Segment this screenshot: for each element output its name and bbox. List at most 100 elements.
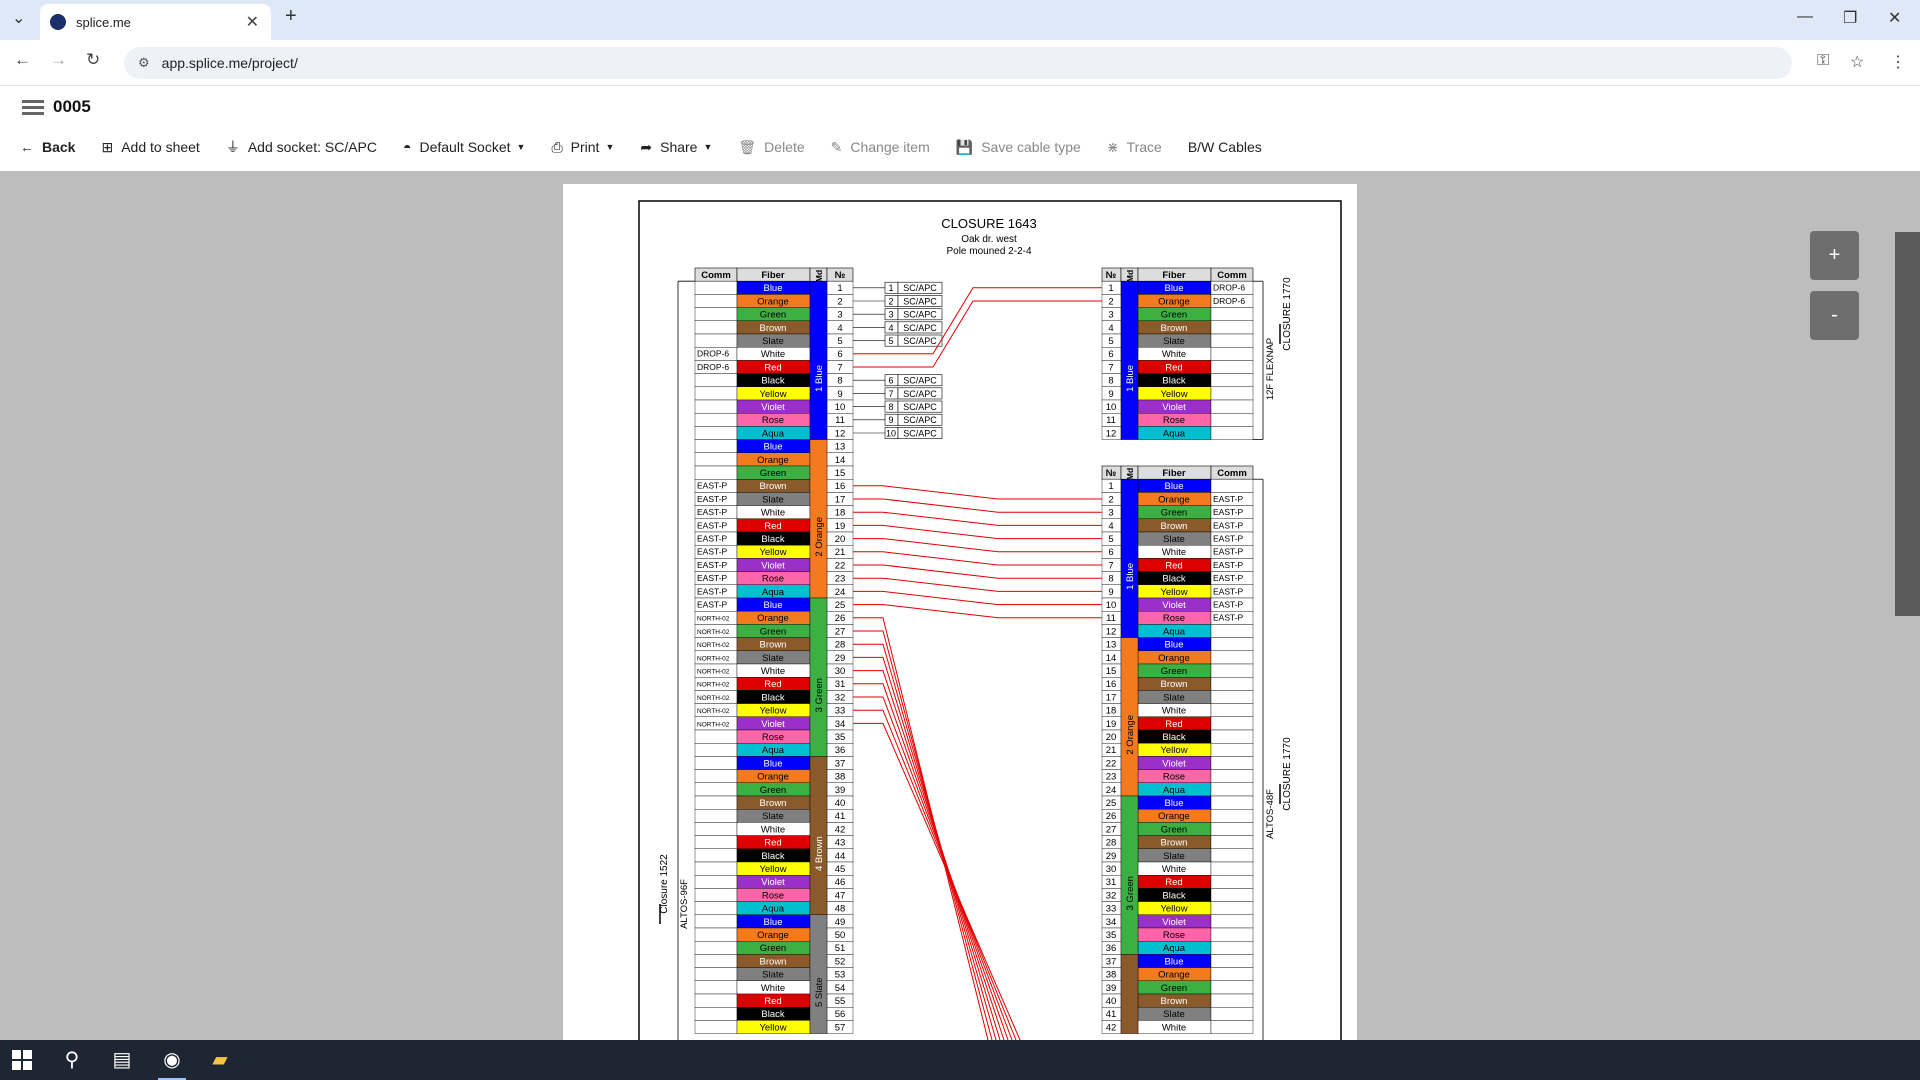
splice-line <box>853 630 993 1040</box>
taskbar: ⚲ ▤ ◉ ▰ <box>0 1040 1920 1080</box>
left-fiber-label: Orange <box>757 296 789 307</box>
socket-type: SC/APC <box>903 428 937 438</box>
right2-comm-text: EAST-P <box>1213 586 1244 596</box>
trace-button[interactable]: ⋇ Trace <box>1107 139 1162 156</box>
right2-fiber-label: Blue <box>1164 640 1183 651</box>
minimize-icon[interactable]: — <box>1797 8 1813 26</box>
browser-menu-icon[interactable]: ⋮ <box>1890 52 1906 72</box>
left-no-label: 48 <box>835 904 846 915</box>
close-tab-icon[interactable]: ✕ <box>246 12 259 32</box>
back-button[interactable]: ← Back <box>20 139 75 155</box>
tab-list-chevron-icon[interactable]: ⌄ <box>12 8 25 28</box>
right1-tube-1 <box>1120 280 1139 440</box>
right2-comm-cell <box>1210 716 1254 731</box>
socket-number: 3 <box>888 310 893 320</box>
right2-fiber-label: Orange <box>1158 811 1190 822</box>
default-socket-dropdown[interactable]: ◓ Default Socket ▼ <box>403 139 525 155</box>
right2-comm-cell <box>1210 624 1254 638</box>
change-item-button[interactable]: ✎ Change item <box>831 139 930 156</box>
bw-cables-button[interactable]: B/W Cables <box>1188 139 1262 155</box>
left-fiber-label: Brown <box>760 323 787 334</box>
new-tab-icon[interactable]: + <box>285 5 297 28</box>
left-fiber-label: Black <box>761 1009 784 1020</box>
search-icon[interactable]: ⚲ <box>60 1048 84 1072</box>
restore-icon[interactable]: ❐ <box>1843 8 1857 28</box>
add-to-sheet-button[interactable]: ⊞ Add to sheet <box>101 139 199 156</box>
chrome-icon[interactable]: ◉ <box>160 1048 184 1072</box>
right2-no-label: 30 <box>1106 864 1117 875</box>
reload-icon[interactable]: ↻ <box>86 50 100 70</box>
socket-number: 10 <box>886 428 896 438</box>
right2-fiber-label: Violet <box>1162 600 1186 611</box>
left-fiber-label: Slate <box>762 811 784 822</box>
right2-comm-cell <box>1210 954 1254 968</box>
left-comm-text: EAST-P <box>697 507 728 517</box>
site-info-icon[interactable]: ⚙ <box>138 55 150 71</box>
left-fiber-label: Violet <box>761 877 785 888</box>
left-no-label: 42 <box>835 824 846 835</box>
password-key-icon[interactable]: ⚿ <box>1817 52 1829 70</box>
browser-tab[interactable]: splice.me ✕ <box>40 4 271 40</box>
right2-fiber-label: Slate <box>1163 1009 1185 1020</box>
right2-no-label: 15 <box>1106 666 1117 677</box>
right2-no-label: 3 <box>1108 508 1113 519</box>
left-fiber-label: Yellow <box>759 389 786 400</box>
left-comm-cell <box>694 756 738 770</box>
file-explorer-icon[interactable]: ▰ <box>208 1048 232 1072</box>
canvas-scrollbar[interactable] <box>1895 232 1920 616</box>
diagram-canvas[interactable]: CLOSURE 1643 Oak dr. west Pole mouned 2-… <box>0 171 1920 1040</box>
share-dropdown[interactable]: ➦ Share ▼ <box>640 139 712 156</box>
left-tube-label: 2 Orange <box>814 517 825 557</box>
right1-comm-cell <box>1210 360 1254 374</box>
left-fiber-label: Slate <box>762 494 784 505</box>
left-fiber-label: Green <box>760 943 786 954</box>
save-icon: 💾 <box>955 138 974 155</box>
left-header-no-label: № <box>835 270 846 281</box>
delete-button[interactable]: 🗑 Delete <box>738 139 804 156</box>
right1-fiber-label: Red <box>1165 362 1182 373</box>
project-title: 0005 <box>53 97 91 116</box>
left-no-label: 3 <box>837 310 842 321</box>
right2-no-label: 23 <box>1106 772 1117 783</box>
left-comm-text: NORTH-02 <box>697 616 730 623</box>
zoom-in-button[interactable]: + <box>1810 231 1859 280</box>
bookmark-star-icon[interactable]: ☆ <box>1850 52 1864 72</box>
left-no-label: 4 <box>837 323 842 334</box>
print-dropdown[interactable]: ⎙ Print ▼ <box>551 139 614 156</box>
right1-no-label: 8 <box>1108 376 1113 387</box>
left-comm-text: DROP-6 <box>697 349 729 359</box>
right2-fiber-label: Green <box>1161 508 1187 519</box>
right2-comm-cell <box>1210 914 1254 929</box>
left-no-label: 9 <box>837 389 842 400</box>
forward-arrow-icon[interactable]: → <box>50 50 67 70</box>
start-icon[interactable] <box>12 1050 36 1074</box>
left-comm-text: NORTH-02 <box>697 669 730 676</box>
right2-no-label: 6 <box>1108 547 1113 558</box>
splice-line <box>853 604 1102 619</box>
left-no-label: 31 <box>835 679 846 690</box>
socket-type: SC/APC <box>903 376 937 386</box>
right2-fiber-label: White <box>1162 706 1186 717</box>
right2-fiber-label: White <box>1162 1022 1186 1033</box>
close-window-icon[interactable]: ✕ <box>1888 8 1901 28</box>
left-fiber-label: Blue <box>763 758 782 769</box>
printer-icon: ⎙ <box>551 138 563 155</box>
add-socket-button[interactable]: ⏚ Add socket: SC/APC <box>226 137 377 157</box>
url-field[interactable]: ⚙ app.splice.me/project/ <box>124 47 1792 79</box>
left-comm-text: EAST-P <box>697 560 728 570</box>
right1-cable-type: 12F FLEXNAP <box>1265 338 1276 400</box>
right2-fiber-label: Brown <box>1161 679 1188 690</box>
right2-fiber-label: Green <box>1161 824 1187 835</box>
back-arrow-icon[interactable]: ← <box>14 50 31 70</box>
arrow-left-icon: ← <box>20 139 34 155</box>
right2-comm-cell <box>1210 861 1254 876</box>
right2-fiber-label: Slate <box>1163 692 1185 703</box>
left-fiber-label: Brown <box>760 798 787 809</box>
left-fiber-label: Green <box>760 785 786 796</box>
zoom-out-button[interactable]: - <box>1810 291 1859 340</box>
save-cable-type-button[interactable]: 💾 Save cable type <box>956 139 1081 156</box>
left-no-label: 1 <box>837 283 842 294</box>
notepad-icon[interactable]: ▤ <box>110 1048 134 1072</box>
left-fiber-label: Green <box>760 310 786 321</box>
closure-title: CLOSURE 1643 <box>941 216 1036 231</box>
